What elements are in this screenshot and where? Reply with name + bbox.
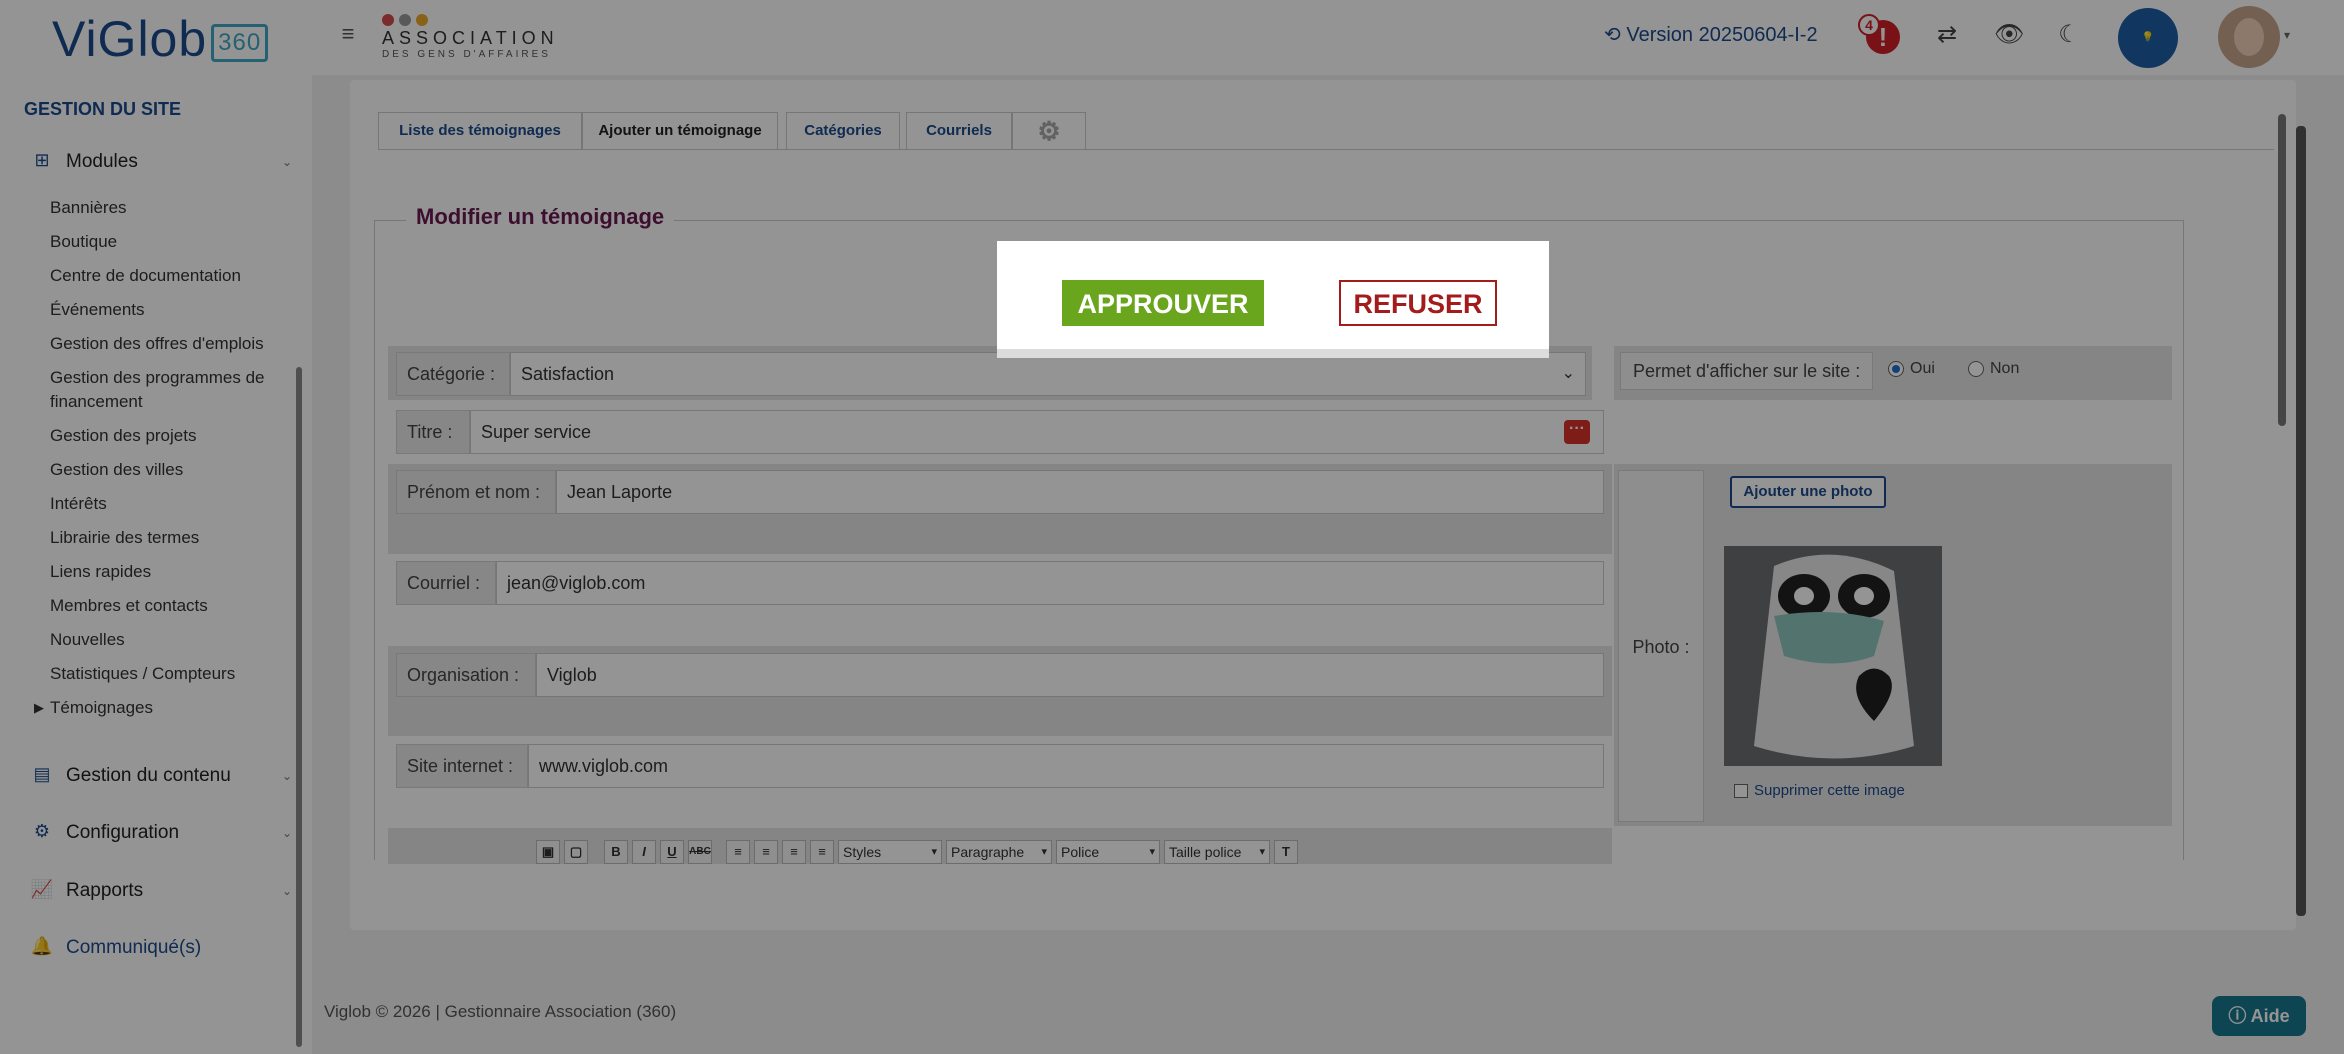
approval-modal: APPROUVER REFUSER — [997, 241, 1549, 358]
approve-button[interactable]: APPROUVER — [1062, 280, 1264, 326]
modal-bottom-bar — [997, 349, 1549, 358]
modal-overlay[interactable] — [0, 0, 2344, 1054]
refuse-button[interactable]: REFUSER — [1339, 280, 1497, 326]
